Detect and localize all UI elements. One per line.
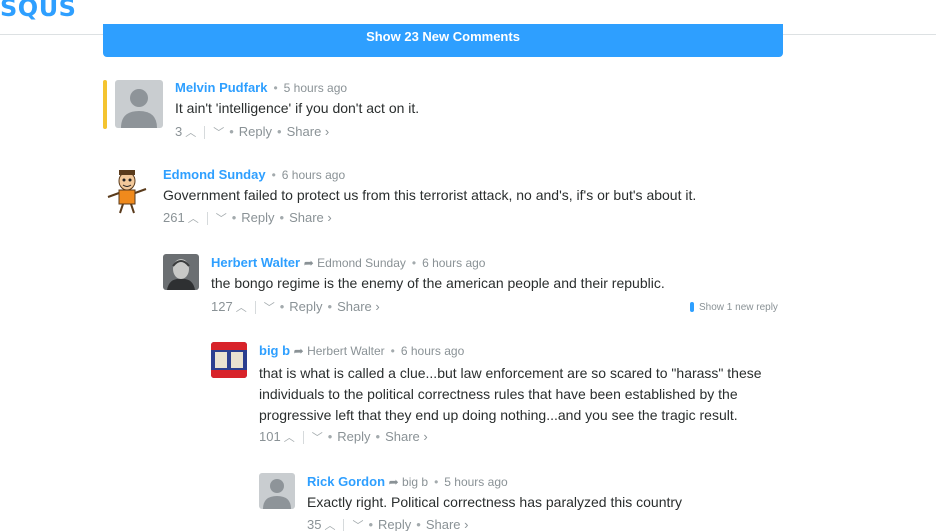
comment-text: Exactly right. Political correctness has… xyxy=(307,494,683,510)
comment-footer: 261 ︿ ﹀ • Reply • Share › xyxy=(163,210,332,226)
poster-image-icon xyxy=(211,342,247,378)
share-link[interactable]: Share › xyxy=(426,517,469,531)
share-link[interactable]: Share › xyxy=(287,124,330,139)
comment-text: the bongo regime is the enemy of the ame… xyxy=(211,275,665,291)
author-name[interactable]: Rick Gordon xyxy=(307,474,385,489)
vote-count: 3 xyxy=(175,124,183,139)
default-avatar-icon xyxy=(115,80,163,128)
author-name[interactable]: big b xyxy=(259,343,290,358)
avatar[interactable] xyxy=(211,342,247,378)
reply-arrow-icon: ➦ xyxy=(388,475,399,489)
comment-header: big b ➦ Herbert Walter • 6 hours ago xyxy=(259,343,465,358)
comment-text: that is what is called a clue...but law … xyxy=(259,365,762,423)
downvote-icon[interactable]: ﹀ xyxy=(312,432,323,444)
timestamp[interactable]: 6 hours ago xyxy=(422,256,485,270)
new-comment-highlight xyxy=(103,80,107,129)
show-new-replies-link[interactable]: Show 1 new reply xyxy=(690,302,778,313)
comment-header: Edmond Sunday • 6 hours ago xyxy=(163,167,346,182)
comment-footer: 35 ︿ ﹀ • Reply • Share › xyxy=(307,517,469,531)
reply-arrow-icon: ➦ xyxy=(303,256,314,270)
author-name[interactable]: Herbert Walter xyxy=(211,255,300,270)
timestamp[interactable]: 6 hours ago xyxy=(282,168,345,182)
share-link[interactable]: Share › xyxy=(289,210,332,225)
disqus-logo[interactable]: SQUS xyxy=(0,0,76,22)
show-new-comments-button[interactable]: Show 23 New Comments xyxy=(103,24,783,57)
reply-link[interactable]: Reply xyxy=(378,517,411,531)
avatar[interactable] xyxy=(115,80,163,128)
reply-arrow-icon: ➦ xyxy=(293,344,304,358)
comment-text: It ain't 'intelligence' if you don't act… xyxy=(175,100,420,116)
new-reply-indicator xyxy=(690,302,694,313)
upvote-icon[interactable]: ︿ xyxy=(324,520,335,531)
upvote-icon[interactable]: ︿ xyxy=(284,432,295,444)
reply-link[interactable]: Reply xyxy=(337,429,370,444)
author-name[interactable]: Melvin Pudfark xyxy=(175,80,267,95)
comment-text: Government failed to protect us from thi… xyxy=(163,187,697,203)
comment-footer: 3 ︿ ﹀ • Reply • Share › xyxy=(175,124,330,140)
upvote-icon[interactable]: ︿ xyxy=(236,302,247,314)
in-reply-to[interactable]: ➦ Edmond Sunday xyxy=(304,256,406,270)
upvote-icon[interactable]: ︿ xyxy=(185,127,196,139)
downvote-icon[interactable]: ﹀ xyxy=(352,520,363,531)
timestamp[interactable]: 5 hours ago xyxy=(444,475,507,489)
share-link[interactable]: Share › xyxy=(385,429,428,444)
downvote-icon[interactable]: ﹀ xyxy=(264,302,275,314)
vote-count: 127 xyxy=(211,299,233,314)
author-name[interactable]: Edmond Sunday xyxy=(163,167,266,182)
cartoon-character-icon xyxy=(103,167,151,215)
in-reply-to[interactable]: ➦ big b xyxy=(389,475,428,489)
in-reply-to[interactable]: ➦ Herbert Walter xyxy=(294,344,385,358)
default-avatar-icon xyxy=(259,473,295,509)
downvote-icon[interactable]: ﹀ xyxy=(213,127,224,139)
portrait-photo-icon xyxy=(163,254,199,290)
avatar[interactable] xyxy=(163,254,199,290)
reply-link[interactable]: Reply xyxy=(241,210,274,225)
vote-count: 35 xyxy=(307,517,322,531)
comment-footer: 101 ︿ ﹀ • Reply • Share › xyxy=(259,429,428,445)
avatar[interactable] xyxy=(259,473,295,509)
timestamp[interactable]: 6 hours ago xyxy=(401,344,464,358)
vote-count: 261 xyxy=(163,210,185,225)
downvote-icon[interactable]: ﹀ xyxy=(216,213,227,225)
upvote-icon[interactable]: ︿ xyxy=(188,213,199,225)
comment-header: Herbert Walter ➦ Edmond Sunday • 6 hours a… xyxy=(211,255,486,270)
comment-footer: 127 ︿ ﹀ • Reply • Share › xyxy=(211,299,380,315)
comment-header: Rick Gordon ➦ big b • 5 hours ago xyxy=(307,474,508,489)
share-link[interactable]: Share › xyxy=(337,299,380,314)
reply-link[interactable]: Reply xyxy=(289,299,322,314)
avatar[interactable] xyxy=(103,167,151,215)
timestamp[interactable]: 5 hours ago xyxy=(284,81,347,95)
comment-header: Melvin Pudfark • 5 hours ago xyxy=(175,80,348,95)
vote-count: 101 xyxy=(259,429,281,444)
reply-link[interactable]: Reply xyxy=(239,124,272,139)
